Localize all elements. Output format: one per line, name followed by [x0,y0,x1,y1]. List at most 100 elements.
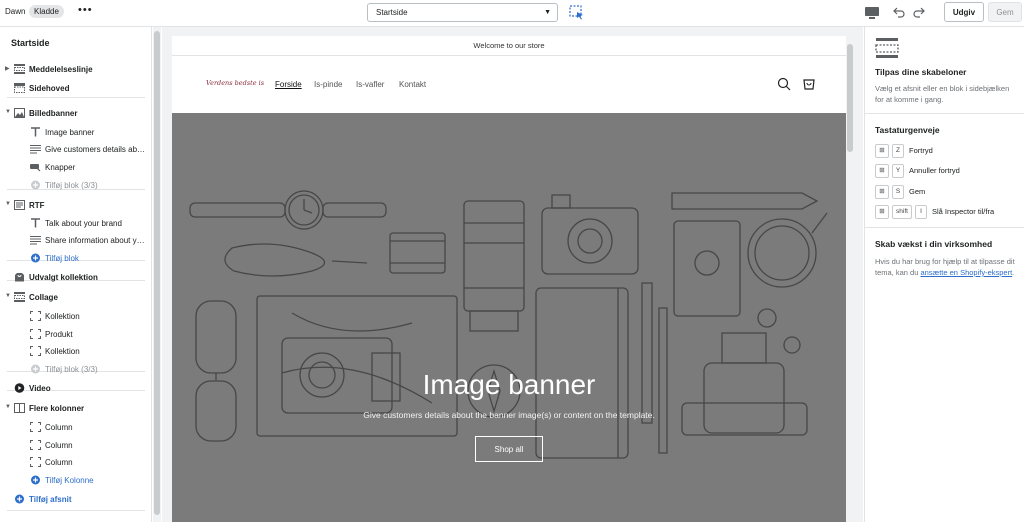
frame-icon [29,328,42,340]
add-icon [30,253,41,263]
keyboard-key: I [915,205,927,219]
template-select-value: Startside [376,8,408,17]
sidebar-item-give-customers-details-abo[interactable]: Give customers details abo... [0,141,151,158]
save-button[interactable]: Gem [988,2,1022,22]
search-icon[interactable] [777,77,791,91]
inspector-icon[interactable] [568,4,586,21]
paragraph-icon [30,144,41,154]
sidebar-item-column[interactable]: Column [0,437,151,454]
sidebar-item-label: Tilføj afsnit [29,495,72,504]
keyboard-key: ⊞ [875,205,889,219]
announcement-bar[interactable]: Welcome to our store [172,36,846,56]
sidebar-item-billedbanner[interactable]: ▼ Billedbanner [0,105,151,122]
chevron-down-icon[interactable]: ▼ [5,404,11,410]
nav-link-is-pinde[interactable]: Is-pinde [314,80,342,89]
sidebar-item-label: Sidehoved [29,84,70,93]
paragraph-icon [30,235,41,245]
sidebar-item-label: Tilføj Kolonne [45,476,94,485]
sidebar-item-talk-about-your-brand[interactable]: Talk about your brand [0,215,151,232]
chevron-right-icon[interactable]: ▶ [5,65,10,72]
divider [865,227,1024,228]
nav-link-kontakt[interactable]: Kontakt [399,80,426,89]
sidebar-item-column[interactable]: Column [0,419,151,436]
chevron-down-icon[interactable]: ▼ [5,201,11,207]
panel-description: Vælg et afsnit eller en blok i sidebjælk… [875,84,1010,104]
sidebar-item-meddelelseslinje[interactable]: ▶ Meddelelseslinje [0,61,151,78]
sidebar-item-column[interactable]: Column [0,454,151,471]
columns-icon [14,403,25,413]
sidebar-item-tilføj-kolonne[interactable]: Tilføj Kolonne [0,472,151,489]
desktop-preview-icon[interactable] [864,5,880,21]
more-actions-button[interactable]: ••• [78,4,93,16]
chevron-down-icon: ▼ [544,9,551,16]
panel-title: Tilpas dine skabeloner [875,67,967,77]
sidebar-item-flere-kolonner[interactable]: ▼ Flere kolonner [0,400,151,417]
nav-link-is-vafler[interactable]: Is-vafler [356,80,384,89]
template-icon [875,38,899,58]
sidebar-item-tilføj-blok[interactable]: Tilføj blok [0,250,151,267]
sidebar-item-udvalgt-kollektion[interactable]: Udvalgt kollektion [0,269,151,286]
sidebar-item-label: Flere kolonner [29,404,85,413]
sidebar-item-label: Image banner [45,128,95,137]
keyboard-key: ⊞ [875,185,889,199]
nav-link-forside[interactable]: Forside [275,80,302,89]
sidebar-item-collage[interactable]: ▼ Collage [0,289,151,306]
sidebar-item-rtf[interactable]: ▼ RTF [0,197,151,214]
collection-icon [14,272,25,282]
sidebar-item-image-banner[interactable]: Image banner [0,124,151,141]
add-icon [14,494,25,504]
sidebar-item-kollektion[interactable]: Kollektion [0,343,151,360]
sidebar-item-label: Kollektion [45,312,80,321]
shortcut-label: Gem [909,187,926,196]
hire-expert-link[interactable]: ansætte en Shopify-ekspert [920,268,1012,277]
image-banner[interactable]: Image banner Give customers details abou… [172,113,846,522]
grow-title: Skab vækst i din virksomhed [875,239,993,249]
keyboard-key: ⊞ [875,144,889,158]
sections-sidebar: Startside ▶ Meddelelseslinje Sidehoved ▼ Bil… [0,27,152,522]
sidebar-item-label: Tilføj blok [45,254,79,263]
store-preview: Welcome to our store Verdens bedste is F… [172,36,846,522]
chevron-down-icon[interactable]: ▼ [5,109,11,115]
sidebar-item-tilføj-blok-3-3[interactable]: Tilføj blok (3/3) [0,177,151,194]
sidebar-title: Startside [11,38,50,48]
shortcuts-title: Tastaturgenveje [875,125,940,135]
header-icon [14,83,25,93]
sidebar-item-label: Video [29,384,51,393]
grow-text: Hvis du har brug for hjælp til at tilpas… [875,256,1015,278]
shortcut-label: Slå Inspector til/fra [932,207,995,216]
add-icon [30,180,41,190]
shop-all-button[interactable]: Shop all [475,436,543,462]
buttons-icon [30,162,41,172]
undo-icon[interactable] [893,5,905,19]
sidebar-item-tilføj-afsnit[interactable]: Tilføj afsnit [0,491,151,508]
redo-icon[interactable] [913,5,925,19]
keyboard-key: ⊞ [875,164,889,178]
sidebar-item-sidehoved[interactable]: Sidehoved [0,80,151,97]
chevron-down-icon[interactable]: ▼ [5,293,11,299]
sidebar-item-label: Billedbanner [29,109,78,118]
sidebar-item-label: Tilføj blok (3/3) [45,365,98,374]
sidebar-item-label: Tilføj blok (3/3) [45,181,98,190]
add-icon [30,364,41,374]
sidebar-item-kollektion[interactable]: Kollektion [0,308,151,325]
template-select[interactable]: Startside ▼ [367,3,558,22]
cart-icon[interactable] [802,76,816,91]
sidebar-item-tilføj-blok-3-3[interactable]: Tilføj blok (3/3) [0,361,151,378]
preview-scroll-thumb[interactable] [847,44,853,152]
text-icon [30,218,41,228]
add-icon [30,475,41,485]
sidebar-item-label: Knapper [45,163,76,172]
keyboard-key: shift [892,205,912,219]
sidebar-scrollbar[interactable] [153,27,161,522]
sidebar-item-knapper[interactable]: Knapper [0,159,151,176]
store-logo[interactable]: Verdens bedste is [206,79,264,87]
sidebar-divider [7,97,145,98]
top-bar: Dawn Kladde ••• Startside ▼ Udgiv Gem [0,0,1024,27]
grow-text-end: . [1012,268,1015,277]
publish-button[interactable]: Udgiv [944,2,984,22]
sidebar-item-share-information-about-yo[interactable]: Share information about yo... [0,232,151,249]
preview-scrollbar[interactable] [846,36,855,522]
sidebar-item-produkt[interactable]: Produkt [0,326,151,343]
sidebar-item-video[interactable]: Video [0,380,151,397]
sidebar-scroll-thumb[interactable] [154,31,160,515]
